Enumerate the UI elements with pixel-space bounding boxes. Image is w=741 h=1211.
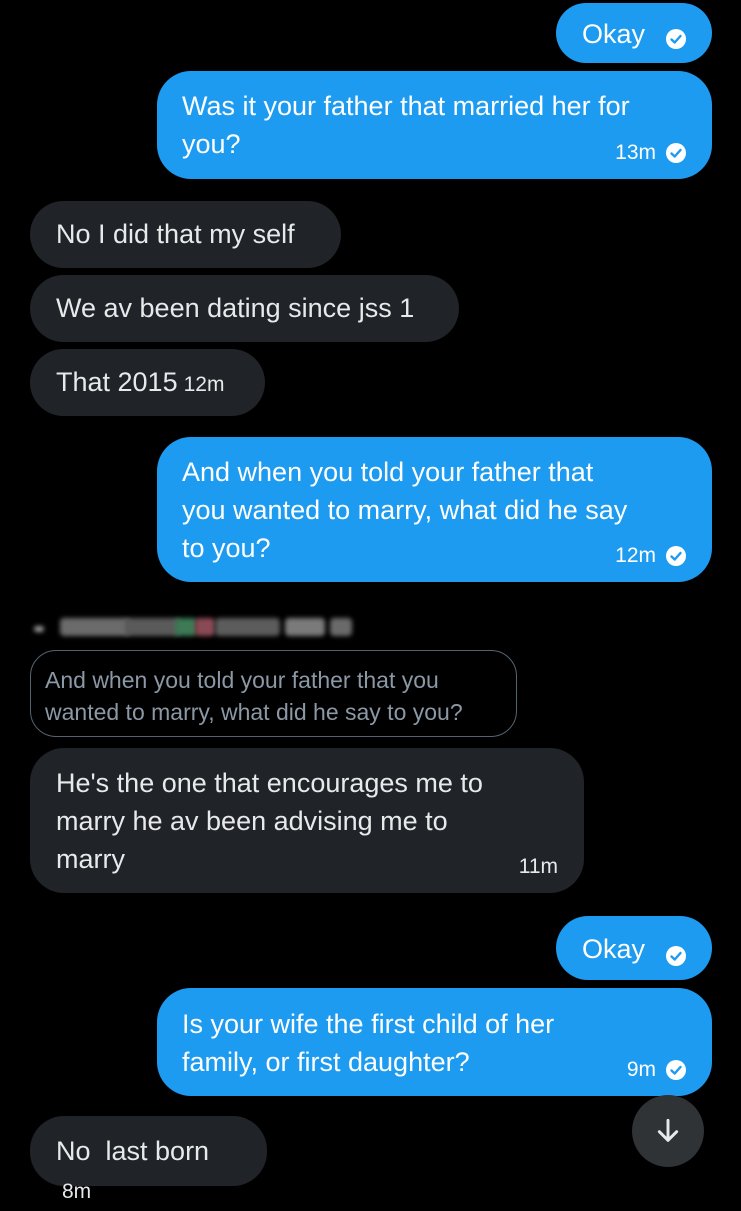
read-check-icon <box>666 29 686 49</box>
timestamp: 12m <box>183 373 225 396</box>
sent-message[interactable]: And when you told your father that you w… <box>157 437 712 582</box>
sent-message[interactable]: Okay <box>556 916 712 980</box>
received-message[interactable]: We av been dating since jss 1 <box>30 275 459 342</box>
message-text: Was it your father that married her for … <box>182 91 630 159</box>
received-message[interactable]: No I did that my self <box>30 201 341 268</box>
message-text: That 2015 <box>56 367 178 397</box>
message-text: Is your wife the first child of her fami… <box>182 1009 555 1077</box>
received-message[interactable]: That 2015 12m <box>30 349 265 416</box>
sent-message[interactable]: Okay <box>556 3 712 63</box>
read-check-icon <box>666 546 686 566</box>
sent-message[interactable]: Was it your father that married her for … <box>157 71 712 179</box>
message-text: We av been dating since jss 1 <box>56 293 415 323</box>
message-meta: 12m <box>615 544 686 568</box>
message-meta: 13m <box>615 141 686 165</box>
read-check-icon <box>666 143 686 163</box>
arrow-down-icon <box>652 1115 684 1147</box>
message-text: No I did that my self <box>56 219 295 249</box>
read-check-icon <box>666 946 686 966</box>
message-text: No last born <box>56 1136 210 1166</box>
message-text: Okay <box>582 934 646 964</box>
redacted-reply-name <box>30 612 352 642</box>
message-meta: 9m <box>627 1058 686 1082</box>
received-message[interactable]: No last born 8m <box>30 1116 267 1203</box>
timestamp: 12m <box>615 544 656 567</box>
scroll-to-bottom-button[interactable] <box>632 1095 704 1167</box>
sent-message[interactable]: Is your wife the first child of her fami… <box>157 988 712 1096</box>
read-check-icon <box>666 1060 686 1080</box>
quoted-text: And when you told your father that you w… <box>45 667 463 725</box>
timestamp: 8m <box>62 1180 92 1203</box>
received-message[interactable]: He's the one that encourages me to marry… <box>30 748 584 893</box>
message-text: And when you told your father that you w… <box>182 457 628 563</box>
timestamp: 9m <box>626 1058 656 1081</box>
message-text: He's the one that encourages me to marry… <box>56 768 483 874</box>
timestamp: 13m <box>615 141 656 164</box>
message-text: Okay <box>582 19 646 49</box>
timestamp: 11m <box>518 855 558 878</box>
message-meta: 11m <box>519 855 558 879</box>
quoted-reply[interactable]: And when you told your father that you w… <box>30 650 517 737</box>
